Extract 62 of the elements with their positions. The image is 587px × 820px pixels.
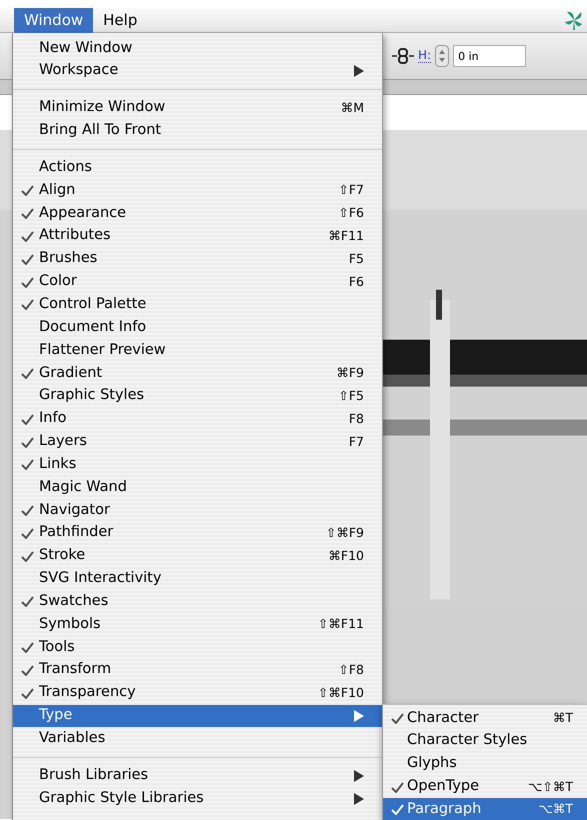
menu-item[interactable]: Brush Libraries xyxy=(13,764,382,788)
menu-item[interactable]: Document Info xyxy=(13,316,382,340)
menu-item[interactable]: Variables xyxy=(13,727,382,750)
menu-item[interactable]: Flattener Preview xyxy=(13,339,382,362)
menu-item[interactable]: Graphic Styles ⇧F5 xyxy=(13,384,382,408)
menu-bar-item[interactable]: Window xyxy=(14,8,94,32)
shortcut-label: F8 xyxy=(348,410,364,428)
height-label[interactable]: H: xyxy=(418,49,432,63)
menu-item[interactable]: Actions xyxy=(13,156,382,180)
shortcut-label: F7 xyxy=(348,432,364,451)
shortcut-label: ⌘F11 xyxy=(328,226,364,245)
menu-item[interactable]: Glyphs xyxy=(383,752,587,776)
menu-item[interactable]: Align ⇧F7 xyxy=(13,179,382,202)
menu-item[interactable]: SVG Interactivity xyxy=(13,568,382,590)
shortcut-label: ⇧⌘F11 xyxy=(318,615,364,634)
menu-item[interactable]: Appearance ⇧F6 xyxy=(13,202,382,225)
menu-item[interactable]: Type xyxy=(13,704,382,728)
shortcut-label: ⌥⇧⌘T xyxy=(528,778,573,796)
shortcut-label: F6 xyxy=(348,272,364,291)
menu-item[interactable]: Brushes F5 xyxy=(13,248,382,271)
menu-item[interactable]: Paragraph ⌥⌘T xyxy=(383,798,587,820)
menu-bar-item[interactable]: Help xyxy=(93,8,148,32)
menu-item[interactable]: Transform ⇧F8 xyxy=(13,658,382,682)
menu-item[interactable]: Info F8 xyxy=(13,408,382,430)
stepper-icon[interactable] xyxy=(435,45,450,67)
menu-item[interactable]: Minimize Window ⌘M xyxy=(13,96,382,120)
shortcut-label: ⇧F5 xyxy=(338,386,364,405)
menu-item[interactable]: Symbols ⇧⌘F11 xyxy=(13,613,382,636)
shortcut-label: ⇧⌘F9 xyxy=(326,524,364,542)
menu-item[interactable]: Workspace xyxy=(13,60,382,83)
shortcut-label: ⇧F7 xyxy=(338,181,364,200)
menu-item[interactable]: Attributes ⌘F11 xyxy=(13,224,382,248)
menu-item[interactable]: Graphic Style Libraries xyxy=(13,787,382,810)
shortcut-label: ⇧⌘F10 xyxy=(318,684,364,702)
menu-item[interactable]: Transparency ⇧⌘F10 xyxy=(13,682,382,705)
menu-item[interactable]: Bring All To Front xyxy=(13,120,382,142)
menu-item[interactable]: Stroke ⌘F10 xyxy=(13,544,382,568)
shortcut-label: ⌘M xyxy=(340,98,364,117)
menu-item[interactable]: New Window xyxy=(13,37,382,60)
chain-link-icon[interactable] xyxy=(392,48,414,64)
menu-item[interactable]: Layers F7 xyxy=(13,430,382,454)
menu-item[interactable]: Control Palette xyxy=(13,293,382,316)
menu-item[interactable]: Color F6 xyxy=(13,270,382,294)
menu-item[interactable]: Links xyxy=(13,453,382,476)
shortcut-label: ⌘F10 xyxy=(328,546,364,565)
shortcut-label: ⇧F6 xyxy=(338,204,364,222)
menu-item[interactable]: Tools xyxy=(13,636,382,659)
leaf-icon[interactable] xyxy=(563,9,585,31)
menu-item[interactable]: Character Styles xyxy=(383,730,587,753)
height-field[interactable]: 0 in xyxy=(453,45,526,67)
menu-item[interactable]: Gradient ⌘F9 xyxy=(13,362,382,385)
menu-item[interactable]: Navigator xyxy=(13,499,382,522)
shortcut-label: ⌥⌘T xyxy=(538,800,573,818)
menu-item[interactable]: Magic Wand xyxy=(13,476,382,500)
menu-item[interactable]: Character ⌘T xyxy=(383,707,587,730)
menu-item[interactable]: Swatches xyxy=(13,590,382,614)
shortcut-label: ⌘T xyxy=(552,709,573,728)
menu-item[interactable]: Pathfinder ⇧⌘F9 xyxy=(13,522,382,545)
shortcut-label: F5 xyxy=(348,250,364,268)
shortcut-label: ⌘F9 xyxy=(336,364,364,382)
shortcut-label: ⇧F8 xyxy=(338,660,364,679)
menu-item[interactable]: OpenType ⌥⇧⌘T xyxy=(383,776,587,798)
